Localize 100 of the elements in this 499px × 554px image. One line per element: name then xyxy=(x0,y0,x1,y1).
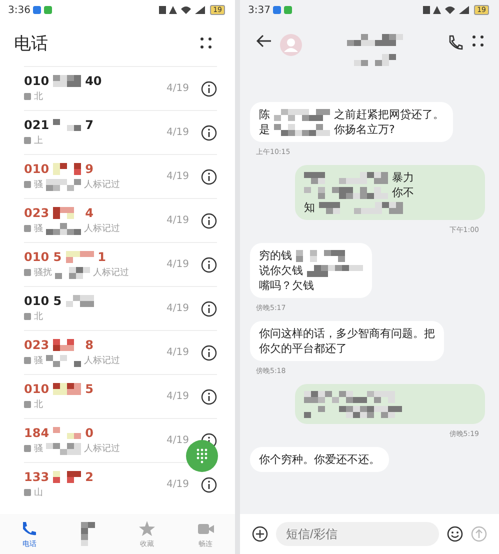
sim-icon xyxy=(24,181,31,188)
message-text: 暴力 xyxy=(392,170,414,185)
message-text: 你扬名立万? xyxy=(334,122,395,137)
phone-number: 184 xyxy=(24,426,50,440)
call-date: 4/19 xyxy=(166,347,189,358)
info-icon[interactable] xyxy=(201,476,217,492)
dialpad-icon xyxy=(196,448,208,464)
mosaic-drawing xyxy=(53,163,82,175)
mosaic-drawing xyxy=(53,119,82,131)
call-date: 4/19 xyxy=(166,83,189,94)
location-label: 上 xyxy=(34,134,43,147)
mark-label: 人标记过 xyxy=(84,354,120,367)
avatar-icon xyxy=(280,34,302,56)
phone-icon xyxy=(20,520,38,536)
back-icon[interactable] xyxy=(256,34,272,48)
call-date: 4/19 xyxy=(166,435,189,446)
mosaic-drawing xyxy=(274,124,330,136)
location-label: 山 xyxy=(34,486,43,499)
phone-number: 133 xyxy=(24,470,50,484)
notification-icons-drawing xyxy=(33,6,54,14)
call-date: 4/19 xyxy=(166,303,189,314)
page-title: 电话 xyxy=(14,32,48,54)
mosaic-drawing xyxy=(66,295,94,307)
call-date: 4/19 xyxy=(166,127,189,138)
mosaic-drawing xyxy=(46,222,81,234)
message-text: 你欠的平台都还了 xyxy=(259,341,347,356)
phone-number: 1 xyxy=(98,250,106,264)
mosaic-drawing xyxy=(55,266,90,278)
mosaic-drawing xyxy=(274,108,330,120)
phone-number: 5 xyxy=(85,382,94,396)
info-icon[interactable] xyxy=(201,256,217,272)
location-label: 北 xyxy=(34,310,43,323)
phone-number: 023 xyxy=(24,206,50,220)
info-icon[interactable] xyxy=(201,388,217,404)
info-icon[interactable] xyxy=(201,212,217,228)
info-icon[interactable] xyxy=(201,124,217,140)
mosaic-drawing xyxy=(66,251,94,263)
status-time: 3:36 xyxy=(8,4,30,16)
phone-number: 9 xyxy=(85,162,94,176)
status-icons-drawing xyxy=(423,5,472,15)
phone-number: 8 xyxy=(85,338,94,352)
phone-number: 021 xyxy=(24,118,50,132)
info-icon[interactable] xyxy=(201,300,217,316)
sim-icon xyxy=(24,445,31,452)
more-icon[interactable] xyxy=(199,36,213,50)
message-text: 穷的钱 xyxy=(259,248,292,263)
mosaic-drawing xyxy=(53,471,82,483)
info-icon[interactable] xyxy=(201,344,217,360)
mosaic-drawing xyxy=(53,383,82,395)
emoji-icon[interactable] xyxy=(447,526,463,542)
mosaic-drawing xyxy=(53,427,82,439)
message-text: 陈 xyxy=(259,107,270,122)
call-date: 4/19 xyxy=(166,215,189,226)
location-label: 骚 xyxy=(34,443,43,455)
location-label: 骚 xyxy=(34,179,43,191)
message-text: 知 xyxy=(304,200,315,215)
phone-number: 010 5 xyxy=(24,250,62,264)
mosaic-drawing xyxy=(46,178,81,190)
call-date: 4/19 xyxy=(166,259,189,270)
phone-icon[interactable] xyxy=(447,34,463,50)
more-icon[interactable] xyxy=(471,34,485,48)
sim-icon xyxy=(24,93,31,100)
star-icon xyxy=(138,520,156,536)
message-text: 嘴吗？欠钱 xyxy=(259,278,314,293)
mosaic-drawing xyxy=(354,54,396,66)
phone-number: 2 xyxy=(85,470,94,484)
sim-icon xyxy=(24,313,31,320)
location-label: 骚 xyxy=(34,355,43,367)
status-icons-drawing xyxy=(159,5,208,15)
phone-number: 023 xyxy=(24,338,50,352)
message-field[interactable]: 短信/彩信 xyxy=(276,522,439,546)
phone-number: 010 xyxy=(24,382,50,396)
sim-icon xyxy=(24,357,31,364)
call-date: 4/19 xyxy=(166,391,189,402)
sim-icon xyxy=(24,401,31,408)
message-text: 你个穷种。你爱还不还。 xyxy=(259,452,380,467)
sim-icon xyxy=(24,489,31,496)
mosaic-drawing xyxy=(81,522,96,546)
mosaic-drawing xyxy=(346,34,402,46)
mosaic-drawing xyxy=(53,75,82,87)
sim-icon xyxy=(24,137,31,144)
info-icon[interactable] xyxy=(201,80,217,96)
location-label: 北 xyxy=(34,90,43,103)
info-icon[interactable] xyxy=(201,168,217,184)
mark-label: 人标记过 xyxy=(84,442,120,455)
mosaic-drawing xyxy=(307,264,363,276)
phone-number: 0 xyxy=(85,426,94,440)
phone-number: 40 xyxy=(85,74,102,88)
phone-number: 010 xyxy=(24,162,50,176)
message-text: 是 xyxy=(259,122,270,137)
sim-icon xyxy=(24,225,31,232)
mark-label: 人标记过 xyxy=(84,178,120,191)
phone-number: 7 xyxy=(85,118,94,132)
message-text: 你不 xyxy=(392,185,414,200)
add-icon[interactable] xyxy=(252,526,268,542)
location-label: 骚扰 xyxy=(34,266,52,279)
sim-icon xyxy=(24,269,31,276)
notification-icons-drawing xyxy=(273,6,294,14)
mosaic-drawing xyxy=(46,442,81,454)
location-label: 骚 xyxy=(34,223,43,235)
